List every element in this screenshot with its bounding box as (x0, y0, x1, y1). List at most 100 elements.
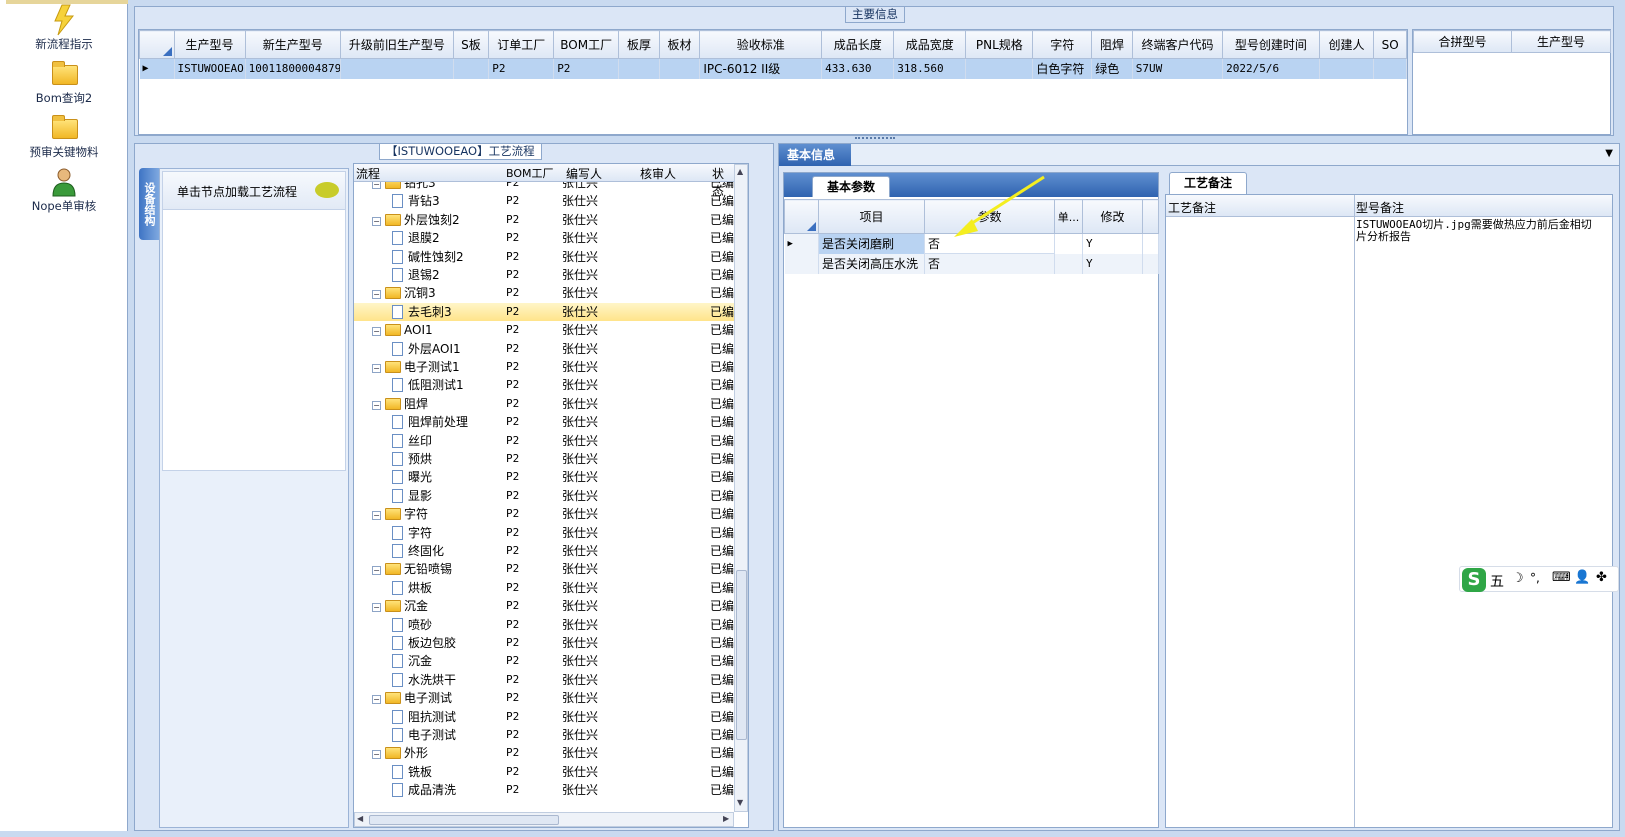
scroll-right-icon[interactable]: ▶ (723, 814, 729, 823)
collapse-icon[interactable]: − (372, 695, 381, 705)
table-cell[interactable] (659, 58, 701, 79)
tree-row[interactable]: 沉金 P2 张仕兴 已编写 (354, 652, 734, 670)
tree-row[interactable]: 背钻3 P2 张仕兴 已编写 (354, 192, 734, 210)
tree-row[interactable]: 铣板 P2 张仕兴 已编写 (354, 763, 734, 781)
param-modify-cell[interactable]: Y (1082, 233, 1143, 254)
table-cell[interactable] (340, 58, 454, 79)
tree-node-label[interactable]: 沉金 (392, 652, 432, 670)
collapse-icon[interactable]: − (372, 511, 381, 521)
tree-row[interactable]: − 阻焊 P2 张仕兴 已编写 (354, 395, 734, 413)
column-header[interactable]: 编写人 (566, 165, 602, 182)
tree-node-label[interactable]: − 无铅喷锡 (372, 560, 452, 578)
column-header[interactable]: 订单工厂 (488, 30, 555, 59)
column-header[interactable]: SO (1373, 30, 1407, 59)
column-header[interactable]: BOM工厂 (506, 165, 554, 181)
collapse-icon[interactable]: − (372, 182, 381, 189)
tree-row[interactable]: − 电子测试1 P2 张仕兴 已编写 (354, 358, 734, 376)
param-unit-cell[interactable] (1054, 253, 1083, 274)
tree-row[interactable]: − 字符 P2 张仕兴 已编写 (354, 505, 734, 523)
tree-row[interactable]: 碱性蚀刻2 P2 张仕兴 已编写 (354, 248, 734, 266)
moon-icon[interactable]: ☽ (1512, 571, 1524, 586)
column-header[interactable]: 核审人 (640, 165, 676, 182)
tree-node-label[interactable]: 电子测试 (392, 726, 456, 744)
column-header[interactable]: 单... (1054, 199, 1083, 234)
column-header[interactable]: 成品长度 (821, 30, 895, 59)
collapse-icon[interactable]: − (372, 750, 381, 760)
tree-row[interactable]: − 钻孔3 P2 张仕兴 已编写 (354, 182, 734, 192)
tree-row[interactable]: 丝印 P2 张仕兴 已编写 (354, 432, 734, 450)
scroll-up-icon[interactable]: ▲ (737, 167, 743, 176)
column-header[interactable]: 阻焊 (1091, 30, 1133, 59)
nav-item-material-review[interactable]: 预审关键物料 (0, 112, 128, 160)
nav-item-new-process[interactable]: 新流程指示 (0, 4, 128, 52)
tree-row[interactable]: 字符 P2 张仕兴 已编写 (354, 524, 734, 542)
tree-node-label[interactable]: 预烘 (392, 450, 432, 468)
tree-row[interactable]: 板边包胶 P2 张仕兴 已编写 (354, 634, 734, 652)
collapse-icon[interactable]: − (372, 364, 381, 373)
table-cell[interactable] (618, 58, 660, 79)
scrollbar-thumb[interactable] (736, 570, 747, 740)
param-unit-cell[interactable] (1054, 233, 1083, 254)
dropdown-arrow-icon[interactable]: ▼ (1605, 148, 1613, 159)
tree-row[interactable]: 电子测试 P2 张仕兴 已编写 (354, 726, 734, 744)
column-header[interactable]: 流程 (356, 165, 380, 182)
column-header[interactable]: 生产型号 (173, 30, 246, 59)
collapse-icon[interactable]: − (372, 327, 381, 337)
tree-node-label[interactable]: 板边包胶 (392, 634, 456, 652)
tree-node-label[interactable]: 阻抗测试 (392, 708, 456, 726)
collapse-icon[interactable]: − (372, 290, 381, 300)
tab-process-remarks[interactable]: 工艺备注 (1169, 172, 1248, 194)
main-info-grid[interactable]: 生产型号 新生产型号 升级前旧生产型号 S板 订单工厂 BOM工厂 板厚 板材 验收标准 成品长度… (138, 29, 1408, 135)
scroll-down-icon[interactable]: ▼ (737, 798, 743, 807)
param-value-cell[interactable]: 否 (924, 253, 1055, 274)
remarks-grid[interactable]: 工艺备注 型号备注 ISTUWOOEAO切片.jpg需要做热应力前后金相切片分析… (1165, 194, 1613, 828)
table-cell[interactable]: P2 (488, 58, 555, 79)
column-header[interactable]: 新生产型号 (244, 30, 342, 59)
tree-row[interactable]: − AOI1 P2 张仕兴 已编写 (354, 321, 734, 339)
model-note-text[interactable]: ISTUWOOEAO切片.jpg需要做热应力前后金相切片分析报告 (1356, 219, 1596, 243)
tree-row[interactable]: − 外层蚀刻2 P2 张仕兴 已编写 (354, 211, 734, 229)
tree-node-label[interactable]: 阻焊前处理 (392, 413, 468, 431)
tree-row[interactable]: 成品清洗 P2 张仕兴 已编写 (354, 781, 734, 799)
scrollbar-thumb[interactable] (369, 815, 559, 825)
tree-node-label[interactable]: 背钻3 (392, 192, 440, 210)
tree-row[interactable]: 阻抗测试 P2 张仕兴 已编写 (354, 708, 734, 726)
column-header[interactable]: 生产型号 (1511, 30, 1611, 53)
param-item-cell[interactable]: 是否关闭高压水洗 (818, 253, 925, 274)
table-cell[interactable]: 绿色 (1091, 58, 1133, 79)
column-header[interactable]: 型号备注 (1356, 199, 1404, 216)
table-row[interactable]: 是否关闭高压水洗 否 Y (784, 253, 1159, 274)
table-cell[interactable] (1319, 58, 1375, 79)
column-header[interactable]: 字符 (1032, 30, 1093, 59)
process-tree-grid[interactable]: 流程 BOM工厂 编写人 核审人 状态 −钻孔3P2张仕兴已编写背钻3P2张仕兴… (353, 163, 749, 828)
tree-node-label[interactable]: 退膜2 (392, 229, 440, 247)
horizontal-scrollbar[interactable]: ◀ ▶ (354, 812, 734, 827)
structure-tree[interactable]: 单击节点加载工艺流程 (162, 171, 346, 471)
table-cell[interactable]: IPC-6012 II级 (699, 58, 823, 79)
tree-node-label[interactable]: − 沉金 (372, 597, 428, 615)
tree-node-label[interactable]: 外层AOI1 (392, 340, 461, 358)
splitter-handle[interactable] (855, 137, 895, 140)
column-header[interactable]: 板材 (658, 30, 701, 59)
tab-device-structure[interactable]: 设备结构 (139, 168, 159, 240)
tree-row[interactable]: 曝光 P2 张仕兴 已编写 (354, 468, 734, 486)
tree-row[interactable]: 外层AOI1 P2 张仕兴 已编写 (354, 340, 734, 358)
column-header[interactable]: 创建人 (1318, 30, 1375, 59)
table-cell[interactable]: S7UW (1132, 58, 1224, 79)
tree-node-label[interactable]: − 电子测试 (372, 689, 452, 707)
column-header[interactable]: 型号创建时间 (1222, 30, 1320, 59)
column-header[interactable]: 修改 (1082, 199, 1143, 234)
punctuation-icon[interactable]: °, (1530, 571, 1540, 585)
sogou-logo-icon[interactable]: S (1462, 568, 1486, 592)
param-item-cell[interactable]: 是否关闭磨刷 (818, 233, 925, 254)
collapse-icon[interactable]: − (372, 603, 381, 613)
nav-item-bom-query[interactable]: Bom查询2 (0, 58, 128, 106)
column-header[interactable]: 成品宽度 (893, 30, 967, 59)
nav-item-nope-review[interactable]: Nope单审核 (0, 166, 128, 214)
tree-node-label[interactable]: − 钻孔3 (372, 182, 436, 192)
column-header[interactable]: 工艺备注 (1168, 199, 1216, 216)
user-icon[interactable]: 👤 (1574, 570, 1590, 585)
tab-basic-params[interactable]: 基本参数 (812, 176, 891, 197)
ime-toolbar[interactable]: S 五 ☽ °, ⌨ 👤 ✤ (1459, 566, 1619, 592)
tree-row[interactable]: − 沉铜3 P2 张仕兴 已编写 (354, 284, 734, 302)
